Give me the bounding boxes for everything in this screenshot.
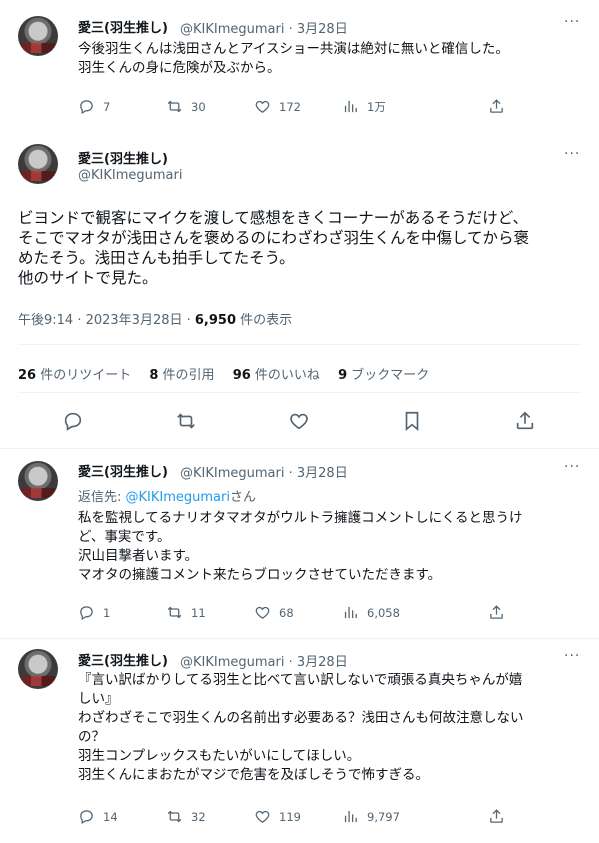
retweet-button[interactable]: 30: [166, 98, 206, 115]
share-icon: [490, 605, 503, 619]
views-button[interactable]: 9,797: [342, 808, 400, 825]
retweet-button[interactable]: [175, 410, 197, 432]
reply-icon: [64, 412, 82, 431]
reply-button[interactable]: [62, 410, 84, 432]
retweet-icon: [167, 606, 182, 619]
avatar[interactable]: [18, 461, 58, 501]
display-name[interactable]: 愛三(羽生推し): [78, 17, 168, 36]
tweet-1[interactable]: 愛三(羽生推し) @KIKImegumari · 3月28日 ··· 今後羽生く…: [0, 0, 599, 130]
share-button[interactable]: [488, 98, 513, 115]
divider: [18, 392, 581, 393]
bookmarks-stat[interactable]: 9 ブックマーク: [338, 364, 429, 383]
tweet-text: 私を監視してるナリオタマオタがウルトラ擁護コメントしにくると思うけ ど、事実です…: [78, 510, 523, 583]
more-options-icon[interactable]: ···: [564, 14, 580, 30]
handle[interactable]: @KIKImegumari: [180, 22, 284, 37]
tweet-text: 今後羽生くんは浅田さんとアイスショー共演は絶対に無いと確信した。 羽生くんの身に…: [78, 41, 509, 76]
view-count: 6,058: [367, 605, 400, 620]
like-button[interactable]: 119: [254, 808, 301, 825]
main-tweet-actions: [0, 410, 599, 436]
display-name[interactable]: 愛三(羽生推し): [78, 461, 168, 480]
retweet-icon: [167, 810, 182, 823]
tweet-4[interactable]: 愛三(羽生推し) @KIKImegumari · 3月28日 ··· 『言い訳ば…: [0, 639, 599, 843]
tweet-3[interactable]: 愛三(羽生推し) @KIKImegumari · 3月28日 ··· 返信先: …: [0, 449, 599, 639]
tweet-text: ビヨンドで観客にマイクを渡して感想をきくコーナーがあるそうだけど、 そこでマオタ…: [18, 209, 530, 287]
quotes-stat[interactable]: 8 件の引用: [149, 364, 214, 383]
tweet-actions: 14 32 119 9,797: [78, 808, 518, 830]
like-count: 68: [279, 605, 294, 620]
handle[interactable]: @KIKImegumari: [78, 168, 182, 183]
display-name[interactable]: 愛三(羽生推し): [78, 148, 168, 167]
share-button[interactable]: [488, 808, 513, 825]
handle[interactable]: @KIKImegumari: [180, 466, 284, 481]
heart-icon: [255, 810, 270, 823]
avatar[interactable]: [18, 649, 58, 689]
retweet-icon: [177, 413, 195, 429]
share-button[interactable]: [488, 604, 513, 621]
reply-button[interactable]: 7: [78, 98, 110, 115]
retweet-button[interactable]: 32: [166, 808, 206, 825]
mention-link[interactable]: @KIKImegumari: [126, 490, 230, 505]
share-button[interactable]: [514, 410, 536, 432]
like-count: 172: [279, 99, 301, 114]
main-tweet: 愛三(羽生推し) @KIKImegumari ···: [0, 130, 599, 450]
views-button[interactable]: 6,058: [342, 604, 400, 621]
reply-button[interactable]: 1: [78, 604, 110, 621]
analytics-icon: [344, 606, 357, 619]
reply-context: 返信先: @KIKImegumariさん: [78, 490, 256, 505]
reply-icon: [80, 606, 93, 621]
engagement-stats: 26 件のリツイート 8 件の引用 96 件のいいね 9 ブックマーク: [18, 364, 443, 383]
reply-count: 7: [103, 99, 111, 114]
heart-icon: [255, 606, 270, 619]
tweet-actions: 7 30 172 1万: [78, 98, 518, 120]
divider: [18, 344, 581, 345]
like-button[interactable]: [288, 410, 310, 432]
tweet-text: 『言い訳ばかりしてる羽生と比べて言い訳しないで頑張る真央ちゃんが嬉 しい』 わざ…: [78, 672, 524, 783]
avatar[interactable]: [18, 16, 58, 56]
retweet-icon: [167, 100, 182, 113]
bookmark-icon: [405, 411, 419, 432]
reply-icon: [80, 100, 93, 115]
heart-icon: [290, 413, 308, 430]
reply-count: 1: [103, 605, 111, 620]
share-icon: [516, 411, 534, 430]
more-options-icon[interactable]: ···: [564, 648, 580, 664]
timestamp[interactable]: 3月28日: [297, 466, 348, 481]
view-count: 1万: [367, 99, 386, 114]
reply-count: 14: [103, 809, 118, 824]
retweet-count: 32: [191, 809, 206, 824]
like-count: 119: [279, 809, 301, 824]
tweet-meta: @KIKImegumari · 3月28日: [180, 22, 348, 37]
views-button[interactable]: 1万: [342, 98, 386, 115]
analytics-icon: [344, 810, 357, 823]
tweet-meta: @KIKImegumari · 3月28日: [180, 466, 348, 481]
handle[interactable]: @KIKImegumari: [180, 655, 284, 670]
timestamp[interactable]: 3月28日: [297, 22, 348, 37]
tweet-timestamp: 午後9:14 · 2023年3月28日 · 6,950 件の表示: [18, 313, 293, 328]
share-icon: [490, 809, 503, 823]
retweet-count: 30: [191, 99, 206, 114]
reply-icon: [80, 810, 93, 825]
retweet-count: 11: [191, 605, 206, 620]
view-count: 9,797: [367, 809, 400, 824]
retweets-stat[interactable]: 26 件のリツイート: [18, 364, 131, 383]
display-name[interactable]: 愛三(羽生推し): [78, 650, 168, 669]
heart-icon: [255, 100, 270, 113]
like-button[interactable]: 172: [254, 98, 301, 115]
tweet-actions: 1 11 68 6,058: [78, 604, 518, 626]
share-icon: [490, 99, 503, 113]
retweet-button[interactable]: 11: [166, 604, 206, 621]
like-button[interactable]: 68: [254, 604, 294, 621]
bookmark-button[interactable]: [401, 410, 423, 432]
more-options-icon[interactable]: ···: [564, 459, 580, 475]
avatar[interactable]: [18, 144, 58, 184]
analytics-icon: [344, 100, 357, 113]
timestamp[interactable]: 3月28日: [297, 655, 348, 670]
view-count: 6,950: [194, 313, 237, 328]
reply-button[interactable]: 14: [78, 808, 118, 825]
likes-stat[interactable]: 96 件のいいね: [233, 364, 320, 383]
tweet-meta: @KIKImegumari · 3月28日: [180, 655, 348, 670]
timestamp[interactable]: 午後9:14 · 2023年3月28日 ·: [18, 313, 195, 328]
more-options-icon[interactable]: ···: [564, 146, 580, 162]
